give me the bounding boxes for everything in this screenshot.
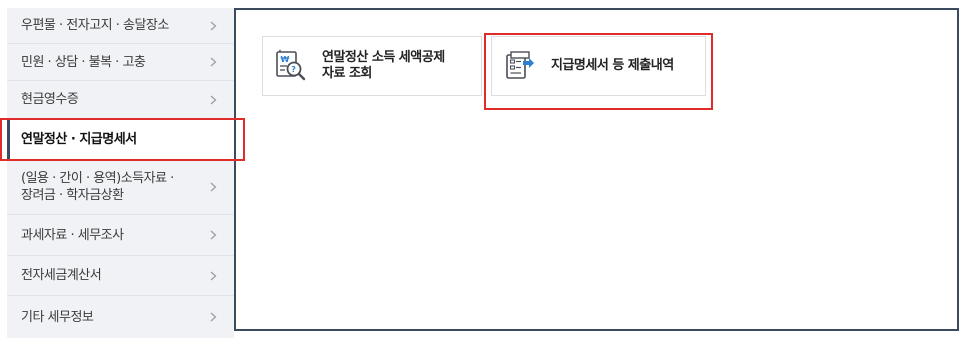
sidebar-item-label: 전자세금계산서 [21, 268, 102, 283]
card-label-line2: 자료 조회 [322, 66, 372, 81]
chevron-right-icon [206, 55, 220, 69]
chevron-right-icon [206, 180, 220, 194]
sidebar-item-mail-notice[interactable]: 우편물 · 전자고지 · 송달장소 [7, 8, 234, 44]
sidebar-item-cash-receipt[interactable]: 현금영수증 [7, 81, 234, 119]
card-label: 지급명세서 등 제출내역 [551, 58, 674, 74]
chevron-right-icon [206, 228, 220, 242]
sidebar-item-label: 과세자료 · 세무조사 [21, 227, 124, 243]
sidebar-item-label: 민원 · 상담 · 불복 · 고충 [21, 54, 146, 70]
card-payment-statement-history[interactable]: 지급명세서 등 제출내역 [491, 36, 706, 96]
sidebar-item-other-tax-info[interactable]: 기타 세무정보 [7, 296, 234, 338]
svg-text:₩: ₩ [281, 55, 290, 64]
sidebar-item-civil-complaint[interactable]: 민원 · 상담 · 불복 · 고충 [7, 44, 234, 81]
chevron-right-icon [206, 93, 220, 107]
card-label-line1: 연말정산 소득 세액공제 [322, 50, 445, 65]
card-deduction-data-lookup[interactable]: ₩ ? 연말정산 소득 세액공제 자료 조회 [262, 36, 482, 96]
chevron-right-icon [206, 19, 220, 33]
sidebar-item-label-line2: 장려금 · 학자금상환 [21, 188, 124, 203]
chevron-right-icon [206, 310, 220, 324]
document-submit-icon [506, 51, 534, 79]
sidebar-item-label: (일용 · 간이 · 용역)소득자료 · 장려금 · 학자금상환 [21, 170, 206, 204]
card-label: 연말정산 소득 세액공제 자료 조회 [322, 50, 445, 82]
submenu-panel: ₩ ? 연말정산 소득 세액공제 자료 조회 지급명세서 등 제출내역 [234, 8, 959, 331]
sidebar-item-tax-data[interactable]: 과세자료 · 세무조사 [7, 215, 234, 256]
sidebar-item-e-tax-invoice[interactable]: 전자세금계산서 [7, 256, 234, 296]
card-label-line1: 지급명세서 등 제출내역 [551, 58, 674, 73]
document-search-icon: ₩ ? [276, 49, 306, 81]
sidebar-item-year-end-settlement[interactable]: 연말정산 · 지급명세서 [7, 119, 234, 160]
svg-text:?: ? [291, 65, 296, 74]
sidebar-menu: 우편물 · 전자고지 · 송달장소 민원 · 상담 · 불복 · 고충 현금영수… [7, 8, 234, 338]
sidebar-item-label: 연말정산 · 지급명세서 [21, 131, 137, 147]
sidebar-item-label: 현금영수증 [21, 92, 79, 107]
sidebar-item-label-line1: (일용 · 간이 · 용역)소득자료 · [21, 171, 174, 186]
sidebar-item-label: 우편물 · 전자고지 · 송달장소 [21, 18, 169, 33]
chevron-right-icon [206, 269, 220, 283]
sidebar-item-income-data[interactable]: (일용 · 간이 · 용역)소득자료 · 장려금 · 학자금상환 [7, 160, 234, 215]
sidebar-item-label: 기타 세무정보 [21, 309, 94, 325]
